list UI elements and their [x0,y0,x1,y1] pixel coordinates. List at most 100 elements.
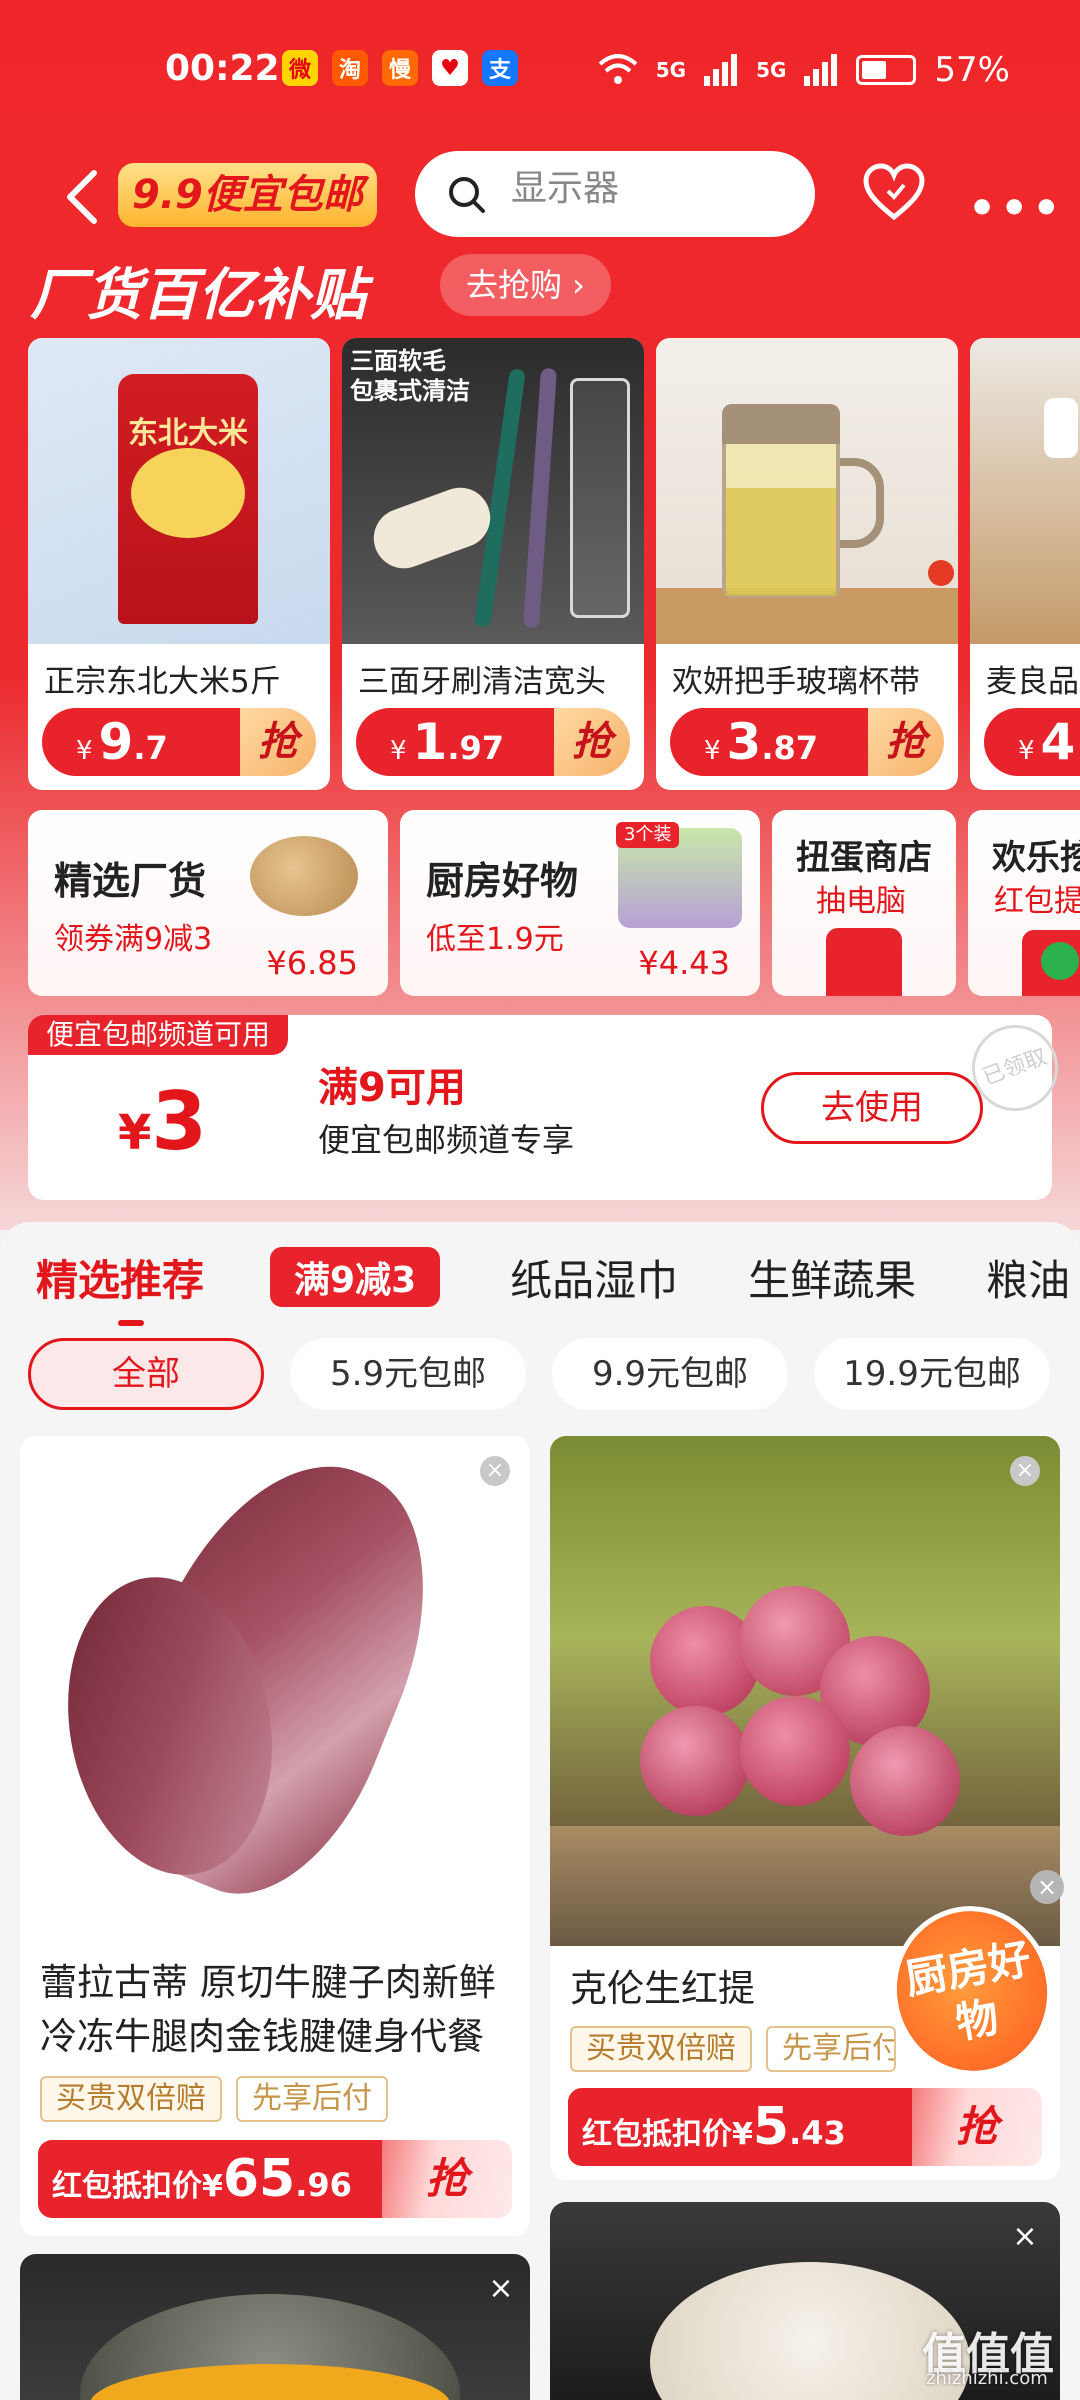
signal-icon [704,54,738,86]
chip-title: 扭蛋商店 [796,838,932,878]
product-image [656,338,958,644]
chip-title: 精选厂货 [54,859,207,903]
banner-link[interactable]: 去抢购 › [440,254,611,316]
chip-price: ¥4.43 [638,944,730,982]
tag-pay-later: 先享后付 [766,2026,896,2072]
tag-pay-later: 先享后付 [236,2076,388,2122]
search-bar[interactable]: 显示器 [415,151,815,237]
filter-19-9[interactable]: 19.9元包邮 [814,1338,1050,1410]
product-tags: 买贵双倍赔 先享后付 [40,2076,388,2122]
back-arrow-icon[interactable] [58,167,108,227]
feed-card[interactable]: × [20,2254,530,2400]
tag-price-guarantee: 买贵双倍赔 [40,2076,222,2122]
search-input[interactable]: 显示器 [511,159,619,211]
potato-image [250,836,358,916]
buy-button[interactable]: 红包抵扣价¥65.96 抢 [38,2140,512,2218]
close-icon[interactable]: × [480,1456,510,1486]
product-card[interactable]: 三面软毛 包裹式清洁 三面牙刷清洁宽头 ¥1.97 抢 [342,338,644,790]
chip-title: 欢乐挖 [992,838,1080,878]
product-tags: 买贵双倍赔 先享后付 [570,2026,896,2072]
tag-price-guarantee: 买贵双倍赔 [570,2026,752,2072]
buy-button[interactable]: ¥9.7 抢 [42,708,316,776]
close-float-icon[interactable]: × [1030,1870,1064,1904]
product-image: × [550,1436,1060,1946]
network-label-1: 5G [655,58,687,82]
network-label-2: 5G [756,58,787,82]
product-name: 正宗东北大米5斤 [44,664,281,700]
product-name: 三面牙刷清洁宽头 [358,664,606,700]
chip-badge: 3个装 [616,822,680,848]
coupon-card: 便宜包邮频道可用 ¥3 满9可用 便宜包邮频道专享 去使用 已领取 [28,1012,1071,1200]
use-coupon-button[interactable]: 去使用 [761,1072,983,1144]
coupon-desc: 便宜包邮频道专享 [318,1121,575,1159]
chip-subtitle: 低至1.9元 [426,922,564,957]
grab-label: 抢 [382,2140,512,2218]
product-image: 三面软毛 包裹式清洁 [342,338,644,644]
product-card[interactable]: 欢妍把手玻璃杯带 ¥3.87 抢 [656,338,958,790]
product-image-caption: 三面软毛 包裹式清洁 [350,347,470,405]
chip-factory-goods[interactable]: 精选厂货 领券满9减3 ¥6.85 [28,810,388,996]
tab-fresh[interactable]: 生鲜蔬果 [748,1247,916,1308]
status-time: 00:22 [165,48,280,89]
buy-button[interactable]: 红包抵扣价¥5.43 抢 [568,2088,1042,2166]
rice-bag-label: 东北大米 [128,416,248,451]
grab-label: 抢 [554,708,630,776]
weibo-icon: 微 [282,50,318,86]
product-title: 克伦生红提 [570,1967,755,2010]
filter-5-9[interactable]: 5.9元包邮 [290,1338,526,1410]
top-nav: 9.9便宜包邮 显示器 ••• [0,145,1080,255]
chip-kitchen-goods[interactable]: 厨房好物 低至1.9元 3个装 ¥4.43 [400,810,760,996]
signal-icon-2 [804,54,838,86]
product-image: × [20,2254,530,2400]
battery-percent: 57% [934,50,1010,90]
buy-button[interactable]: ¥1.97 抢 [356,708,630,776]
coupon-condition: 满9可用 [318,1065,466,1111]
close-icon[interactable]: × [1010,2222,1040,2252]
filter-9-9[interactable]: 9.9元包邮 [552,1338,788,1410]
grab-label: 抢 [912,2088,1042,2166]
chip-price: ¥6.85 [266,944,358,982]
tab-grain[interactable]: 粮油 [986,1247,1070,1308]
chip-subtitle: 领券满9减3 [54,922,213,957]
product-carousel: 东北大米 正宗东北大米5斤 ¥9.7 抢 三面软毛 包裹式清洁 三面牙刷清洁宽头… [28,338,1080,790]
product-image: × [20,1436,530,1926]
tab-promo[interactable]: 满9减3 [270,1247,441,1307]
buy-button[interactable]: ¥4 抢 [984,708,1080,776]
status-bar: 00:22 微 淘 慢 ♥ 支 5G 5G 57% [0,0,1080,145]
coupon-amount: ¥3 [118,1075,208,1168]
category-tabs: 精选推荐 满9减3 纸品湿巾 生鲜蔬果 粮油 [0,1222,1080,1332]
red-envelope-icon [826,928,902,996]
status-right: 5G 5G 57% [598,50,1010,90]
product-image: 东北大米 [28,338,330,644]
close-icon[interactable]: × [486,2274,516,2304]
channel-logo: 9.9便宜包邮 [118,163,377,227]
favorite-icon[interactable] [862,163,926,223]
more-icon[interactable]: ••• [968,183,1064,234]
close-icon[interactable]: × [1010,1456,1040,1486]
grab-label: 抢 [868,708,944,776]
chip-fun-dig[interactable]: 欢乐挖 红包提 [968,810,1080,996]
banner-title: 厂货百亿补贴 [30,263,366,328]
man-icon: 慢 [382,50,418,86]
redapp-icon: ♥ [432,50,468,86]
price-filters: 全部 5.9元包邮 9.9元包邮 19.9元包邮 [28,1338,1050,1410]
chip-title: 厨房好物 [426,859,579,903]
product-title: 蕾拉古蒂 原切牛腱子肉新鲜冷冻牛腿肉金钱腱健身代餐 [40,1961,496,2058]
feed-card[interactable]: × 蕾拉古蒂 原切牛腱子肉新鲜冷冻牛腿肉金钱腱健身代餐 买贵双倍赔 先享后付 红… [20,1436,530,2236]
wechat-envelope-icon [1022,930,1080,996]
chip-capsule-shop[interactable]: 扭蛋商店 抽电脑 [772,810,956,996]
product-name: 麦良品 [986,664,1079,700]
product-card[interactable]: 东北大米 正宗东北大米5斤 ¥9.7 抢 [28,338,330,790]
coupon-tag: 便宜包邮频道可用 [28,1015,289,1055]
wifi-icon [598,54,638,84]
tab-featured[interactable]: 精选推荐 [36,1247,204,1326]
filter-all[interactable]: 全部 [28,1338,264,1410]
product-card[interactable]: 麦良品 ¥4 抢 [970,338,1080,790]
chip-subtitle: 红包提 [994,884,1080,919]
search-icon [449,177,485,213]
tab-tissues[interactable]: 纸品湿巾 [510,1247,678,1308]
chip-subtitle: 抽电脑 [816,884,906,919]
alipay-icon: 支 [482,50,518,86]
buy-button[interactable]: ¥3.87 抢 [670,708,944,776]
grab-label: 抢 [240,708,316,776]
